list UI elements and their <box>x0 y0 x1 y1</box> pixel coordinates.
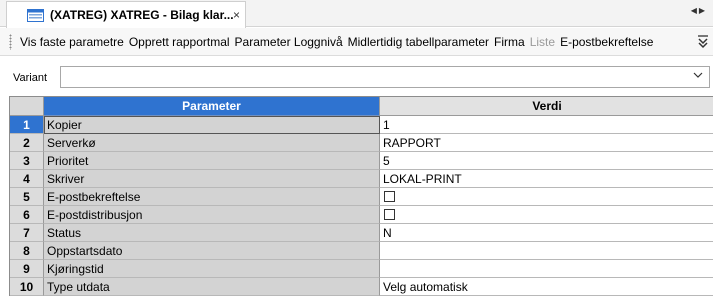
row-number[interactable]: 10 <box>10 278 44 296</box>
toolbar-item[interactable]: Opprett rapportmal <box>129 35 230 49</box>
parameter-name-cell: Kopier <box>44 116 380 134</box>
chevron-double-down-icon[interactable] <box>696 33 710 51</box>
document-tab[interactable]: (XATREG) XATREG - Bilag klar... × <box>6 1 246 28</box>
parameter-name-cell: E-postbekreftelse <box>44 188 380 206</box>
table-row[interactable]: 4 Skriver LOKAL-PRINT <box>10 170 713 188</box>
parameter-value-cell[interactable] <box>380 188 713 206</box>
table-row[interactable]: 10 Type utdata Velg automatisk <box>10 278 713 296</box>
toolbar-menu: Vis faste parametre Opprett rapportmal Par… <box>20 28 658 55</box>
tab-scroll-controls: ◀▶ <box>691 6 707 15</box>
toolbar-grip[interactable] <box>9 34 12 50</box>
table-row[interactable]: 1 Kopier 1 <box>10 116 713 134</box>
toolbar-item: Liste <box>529 34 556 49</box>
parameter-name-cell: Prioritet <box>44 152 380 170</box>
grid-rows: 1 Kopier 1 2 Serverkø RAPPORT 3 Prioritet 5 4 Skri… <box>10 116 713 296</box>
parameter-value-cell[interactable]: 5 <box>380 152 713 170</box>
row-number[interactable]: 6 <box>10 206 44 224</box>
parameter-name-cell: Kjøringstid <box>44 260 380 278</box>
parameter-name-cell: Oppstartsdato <box>44 242 380 260</box>
table-row[interactable]: 7 Status N <box>10 224 713 242</box>
window-icon <box>27 8 44 22</box>
parameter-value-cell[interactable] <box>380 260 713 278</box>
table-row[interactable]: 3 Prioritet 5 <box>10 152 713 170</box>
close-icon[interactable]: × <box>233 8 240 22</box>
parameter-value-cell[interactable]: N <box>380 224 713 242</box>
row-number[interactable]: 4 <box>10 170 44 188</box>
variant-dropdown[interactable] <box>60 66 710 88</box>
parameter-name-cell: Skriver <box>44 170 380 188</box>
parameter-name-cell: E-postdistribusjon <box>44 206 380 224</box>
parameter-value-cell[interactable] <box>380 242 713 260</box>
checkbox[interactable] <box>384 191 395 202</box>
table-row[interactable]: 6 E-postdistribusjon <box>10 206 713 224</box>
table-row[interactable]: 8 Oppstartsdato <box>10 242 713 260</box>
parameter-value-cell[interactable]: 1 <box>380 116 713 134</box>
toolbar-item[interactable]: Midlertidig tabellparameter <box>348 35 489 49</box>
parameter-value-cell[interactable]: LOKAL-PRINT <box>380 170 713 188</box>
scroll-right-icon[interactable]: ▶ <box>699 6 707 15</box>
parameter-name-cell: Serverkø <box>44 134 380 152</box>
variant-label: Variant <box>13 72 48 84</box>
parameter-grid: Parameter Verdi 1 Kopier 1 2 Serverkø RAPPORT… <box>9 96 713 296</box>
column-header-value[interactable]: Verdi <box>380 97 713 116</box>
row-number[interactable]: 7 <box>10 224 44 242</box>
table-row[interactable]: 5 E-postbekreftelse <box>10 188 713 206</box>
table-row[interactable]: 2 Serverkø RAPPORT <box>10 134 713 152</box>
column-header-parameter[interactable]: Parameter <box>44 97 380 116</box>
parameter-value-cell[interactable] <box>380 206 713 224</box>
row-number[interactable]: 5 <box>10 188 44 206</box>
toolbar-item[interactable]: Vis faste parametre <box>20 35 124 49</box>
toolbar-item[interactable]: Firma <box>494 35 525 49</box>
row-number[interactable]: 1 <box>10 116 44 134</box>
tab-bar: (XATREG) XATREG - Bilag klar... × ◀▶ <box>0 0 713 28</box>
toolbar: Vis faste parametre Opprett rapportmal Par… <box>0 28 713 56</box>
parameter-value-cell[interactable]: Velg automatisk <box>380 278 713 296</box>
row-number[interactable]: 3 <box>10 152 44 170</box>
row-number[interactable]: 8 <box>10 242 44 260</box>
parameter-name-cell: Type utdata <box>44 278 380 296</box>
checkbox[interactable] <box>384 209 395 220</box>
row-number[interactable]: 2 <box>10 134 44 152</box>
grid-corner-header[interactable] <box>10 97 44 116</box>
parameter-value-cell[interactable]: RAPPORT <box>380 134 713 152</box>
row-number[interactable]: 9 <box>10 260 44 278</box>
toolbar-item[interactable]: E-postbekreftelse <box>560 35 653 49</box>
scroll-left-icon[interactable]: ◀ <box>691 6 699 15</box>
tab-title: (XATREG) XATREG - Bilag klar... <box>50 8 234 22</box>
chevron-down-icon <box>693 72 703 78</box>
parameter-name-cell: Status <box>44 224 380 242</box>
table-row[interactable]: 9 Kjøringstid <box>10 260 713 278</box>
toolbar-item[interactable]: Parameter Loggnivå <box>235 35 343 49</box>
